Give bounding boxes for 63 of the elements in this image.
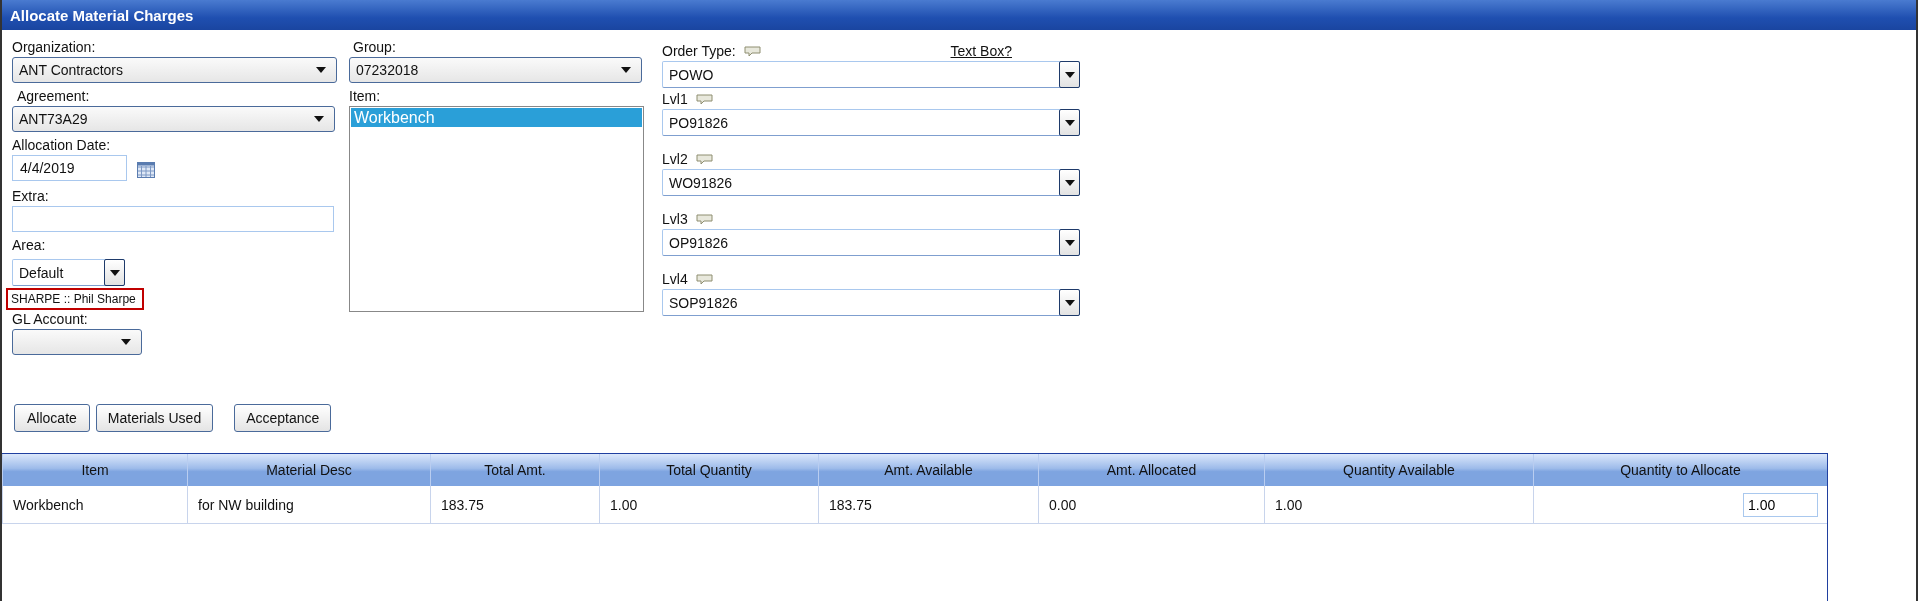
caret-icon: [621, 67, 631, 73]
column-header[interactable]: Material Desc: [187, 454, 430, 486]
comment-icon[interactable]: [695, 154, 713, 165]
comment-icon[interactable]: [695, 274, 713, 285]
field-label: Order Type:: [662, 42, 736, 61]
gl-account-select[interactable]: [12, 329, 142, 355]
quantity-input[interactable]: 1.00: [1743, 492, 1818, 517]
level-select[interactable]: SOP91826: [662, 289, 1080, 316]
calendar-icon[interactable]: [137, 162, 155, 178]
area-select[interactable]: Default: [12, 259, 125, 286]
level-select[interactable]: PO91826: [662, 109, 1080, 136]
comment-icon[interactable]: [695, 94, 713, 105]
group-select[interactable]: 07232018: [349, 57, 642, 83]
caret-icon: [121, 339, 131, 345]
order-type-select[interactable]: POWO: [662, 61, 1080, 88]
field-label: Agreement:: [17, 87, 90, 106]
organization-select[interactable]: ANT Contractors: [12, 57, 337, 83]
column-header[interactable]: Item: [2, 454, 187, 486]
column-header[interactable]: Quantity Available: [1264, 454, 1533, 486]
table-cell: 0.00: [1038, 486, 1264, 524]
column-header[interactable]: Amt. Available: [818, 454, 1038, 486]
caret-icon: [1064, 71, 1075, 78]
column-header[interactable]: Quantity to Allocate: [1533, 454, 1827, 486]
level-select[interactable]: OP91826: [662, 229, 1080, 256]
field-label: GL Account:: [12, 310, 88, 329]
caret-icon: [316, 67, 326, 73]
agreement-select[interactable]: ANT73A29: [12, 106, 335, 132]
table-cell: 1.00: [1264, 486, 1533, 524]
caret-icon: [1064, 179, 1075, 186]
column-header[interactable]: Amt. Allocated: [1038, 454, 1264, 486]
table-cell: for NW building: [187, 486, 430, 524]
date-field[interactable]: 4/4/2019: [12, 155, 127, 181]
column-header[interactable]: Total Amt.: [430, 454, 599, 486]
field-label: Allocation Date:: [12, 136, 111, 155]
field-label: Group:: [353, 38, 396, 57]
field-label: Extra:: [12, 187, 49, 206]
field-label: Item:: [349, 87, 381, 106]
caret-icon: [314, 116, 324, 122]
table-cell: Workbench: [2, 486, 187, 524]
comment-icon[interactable]: [695, 214, 713, 225]
column-header[interactable]: Total Quantity: [599, 454, 818, 486]
field-label: Organization:: [12, 38, 96, 57]
caret-icon: [109, 269, 120, 276]
text-box-link[interactable]: Text Box?: [950, 42, 1012, 61]
caret-icon: [1064, 299, 1075, 306]
caret-icon: [1064, 239, 1075, 246]
field-label: Lvl2: [662, 150, 688, 169]
field-label: Lvl4: [662, 270, 688, 289]
owner-tag: SHARPE :: Phil Sharpe: [6, 288, 144, 310]
window-title: Allocate Material Charges: [2, 0, 1916, 30]
table-cell: 1.00: [599, 486, 818, 524]
table-cell: 183.75: [818, 486, 1038, 524]
field-label: Area:: [12, 236, 46, 255]
caret-icon: [1064, 119, 1075, 126]
action-button[interactable]: Materials Used: [95, 404, 214, 432]
action-button[interactable]: Acceptance: [234, 404, 332, 432]
field-label: Lvl3: [662, 210, 688, 229]
action-button[interactable]: Allocate: [14, 404, 90, 432]
comment-icon[interactable]: [743, 46, 761, 57]
table-cell: 183.75: [430, 486, 599, 524]
level-select[interactable]: WO91826: [662, 169, 1080, 196]
input-field[interactable]: [12, 206, 334, 232]
field-label: Lvl1: [662, 90, 688, 109]
